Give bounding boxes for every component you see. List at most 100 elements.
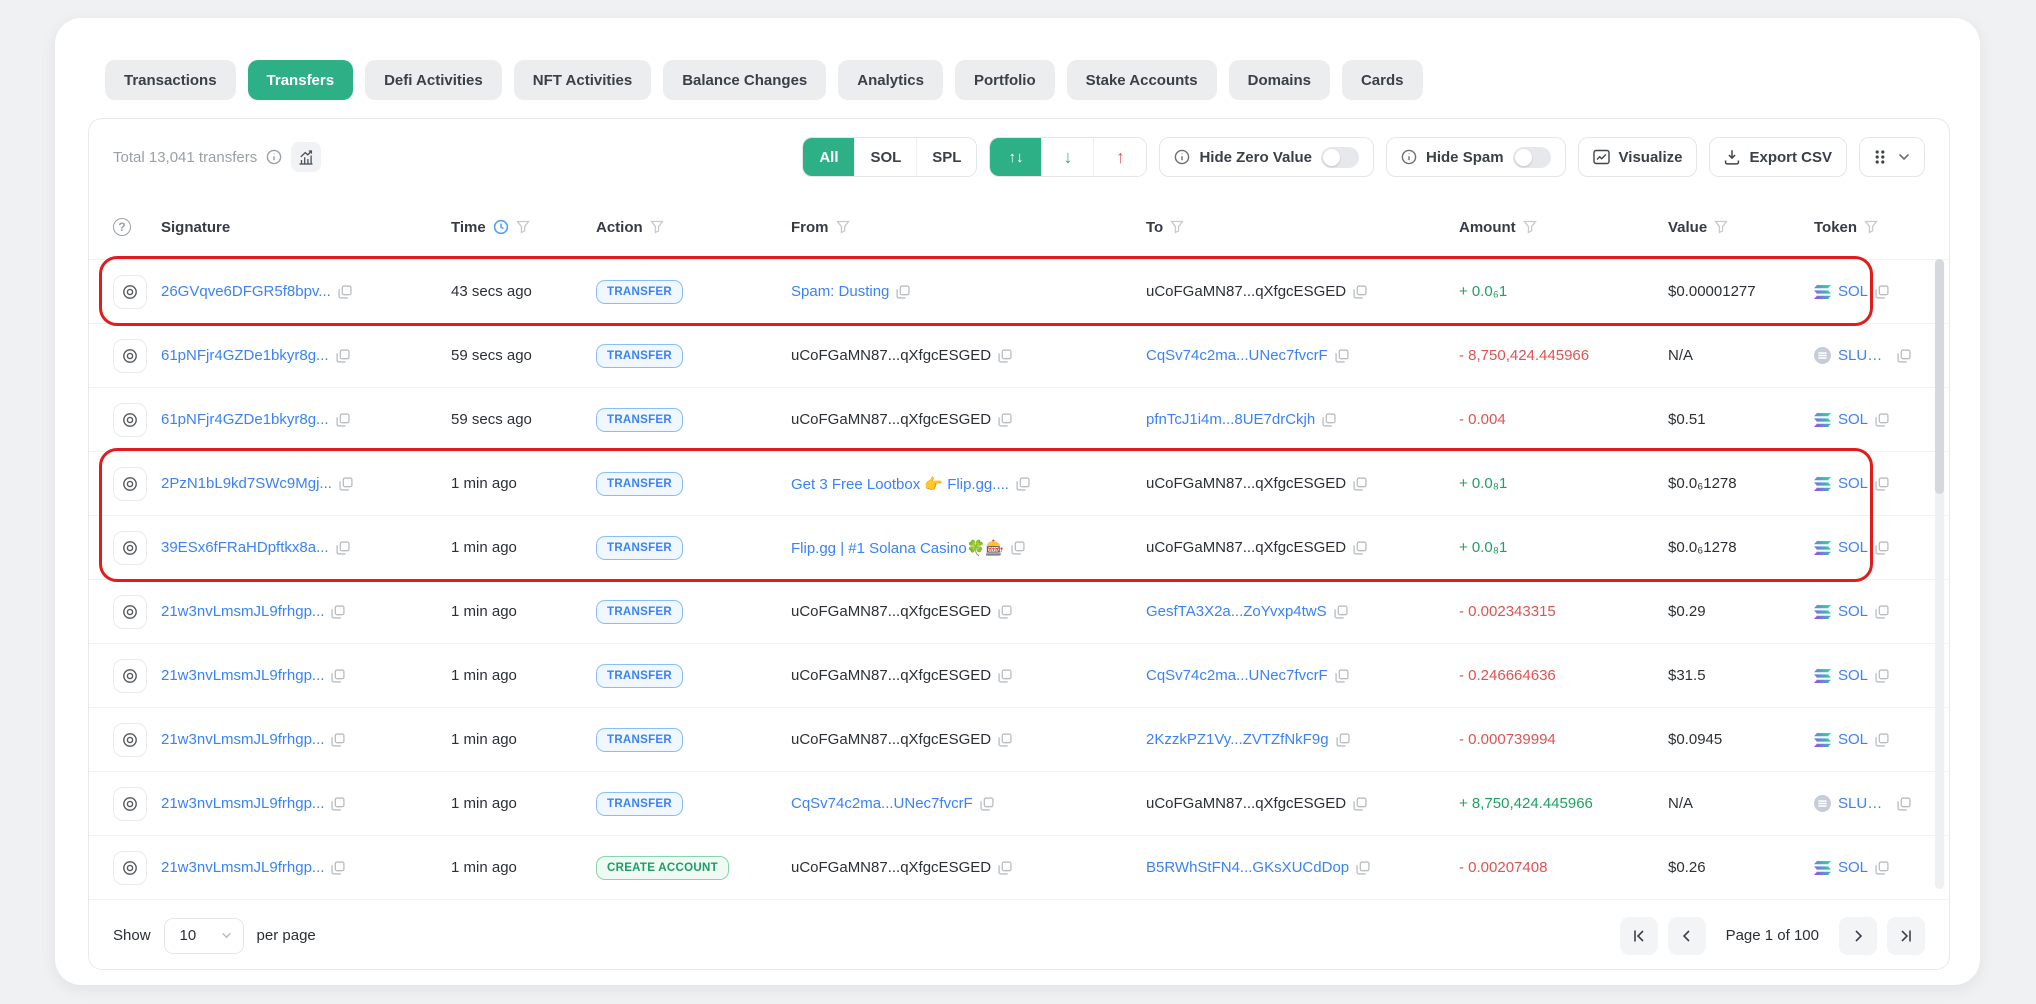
copy-to-button[interactable] [1353,285,1367,299]
copy-token-button[interactable] [1897,349,1911,363]
to-address[interactable]: CqSv74c2ma...UNec7fvcrF [1146,347,1328,364]
tab-nft-activities[interactable]: NFT Activities [514,60,651,100]
sort-incoming-button[interactable]: ↓ [1042,138,1094,176]
signature-link[interactable]: 21w3nvLmsmJL9frhgp... [161,731,324,748]
tab-stake-accounts[interactable]: Stake Accounts [1067,60,1217,100]
copy-from-button[interactable] [998,733,1012,747]
preview-transaction-button[interactable] [113,723,147,757]
to-address[interactable]: pfnTcJ1i4m...8UE7drCkjh [1146,411,1315,428]
to-address[interactable]: uCoFGaMN87...qXfgcESGED [1146,795,1346,812]
preview-transaction-button[interactable] [113,851,147,885]
to-address[interactable]: GesfTA3X2a...ZoYvxp4twS [1146,603,1327,620]
copy-to-button[interactable] [1353,477,1367,491]
filter-icon[interactable] [516,220,530,234]
copy-signature-button[interactable] [331,797,345,811]
tab-transfers[interactable]: Transfers [248,60,354,100]
tab-cards[interactable]: Cards [1342,60,1423,100]
filter-icon[interactable] [1864,220,1878,234]
copy-to-button[interactable] [1353,797,1367,811]
copy-token-button[interactable] [1875,605,1889,619]
preview-transaction-button[interactable] [113,403,147,437]
token-link[interactable]: SOL [1838,667,1868,684]
token-filter-option-all[interactable]: All [803,138,855,176]
copy-to-button[interactable] [1322,413,1336,427]
token-link[interactable]: SOL [1838,859,1868,876]
copy-to-button[interactable] [1353,541,1367,555]
signature-link[interactable]: 21w3nvLmsmJL9frhgp... [161,795,324,812]
token-link[interactable]: SOL [1838,731,1868,748]
copy-from-button[interactable] [1011,541,1025,555]
copy-from-button[interactable] [998,349,1012,363]
copy-signature-button[interactable] [331,733,345,747]
copy-from-button[interactable] [896,285,910,299]
copy-from-button[interactable] [998,669,1012,683]
to-address[interactable]: 2KzzkPZ1Vy...ZVTZfNkF9g [1146,731,1329,748]
hide-zero-value-control[interactable]: Hide Zero Value [1159,137,1374,177]
prev-page-button[interactable] [1668,917,1706,955]
copy-to-button[interactable] [1334,605,1348,619]
preview-transaction-button[interactable] [113,339,147,373]
to-address[interactable]: uCoFGaMN87...qXfgcESGED [1146,283,1346,300]
copy-token-button[interactable] [1875,669,1889,683]
signature-link[interactable]: 21w3nvLmsmJL9frhgp... [161,859,324,876]
preview-transaction-button[interactable] [113,275,147,309]
tab-transactions[interactable]: Transactions [105,60,236,100]
copy-to-button[interactable] [1335,349,1349,363]
preview-transaction-button[interactable] [113,659,147,693]
page-size-select[interactable]: 10 [164,918,244,954]
last-page-button[interactable] [1887,917,1925,955]
preview-transaction-button[interactable] [113,467,147,501]
from-address[interactable]: uCoFGaMN87...qXfgcESGED [791,731,991,748]
copy-token-button[interactable] [1875,477,1889,491]
token-link[interactable]: SOL [1838,603,1868,620]
copy-signature-button[interactable] [339,477,353,491]
filter-icon[interactable] [1714,220,1728,234]
copy-signature-button[interactable] [336,413,350,427]
from-address[interactable]: uCoFGaMN87...qXfgcESGED [791,411,991,428]
copy-to-button[interactable] [1356,861,1370,875]
from-address[interactable]: uCoFGaMN87...qXfgcESGED [791,603,991,620]
copy-from-button[interactable] [1016,477,1030,491]
copy-token-button[interactable] [1875,413,1889,427]
copy-token-button[interactable] [1897,797,1911,811]
copy-signature-button[interactable] [338,285,352,299]
from-address[interactable]: uCoFGaMN87...qXfgcESGED [791,859,991,876]
filter-icon[interactable] [836,220,850,234]
to-address[interactable]: CqSv74c2ma...UNec7fvcrF [1146,667,1328,684]
token-link[interactable]: SLUTMAS [1838,347,1890,364]
from-address[interactable]: uCoFGaMN87...qXfgcESGED [791,347,991,364]
to-address[interactable]: B5RWhStFN4...GKsXUCdDop [1146,859,1349,876]
help-icon[interactable]: ? [113,218,131,236]
copy-signature-button[interactable] [336,349,350,363]
copy-signature-button[interactable] [331,669,345,683]
token-filter-option-spl[interactable]: SPL [917,138,976,176]
copy-from-button[interactable] [998,605,1012,619]
copy-token-button[interactable] [1875,733,1889,747]
copy-to-button[interactable] [1335,669,1349,683]
signature-link[interactable]: 61pNFjr4GZDe1bkyr8g... [161,411,329,428]
signature-link[interactable]: 2PzN1bL9kd7SWc9Mgj... [161,475,332,492]
token-link[interactable]: SOL [1838,411,1868,428]
copy-from-button[interactable] [998,861,1012,875]
from-address[interactable]: Spam: Dusting [791,283,889,300]
clock-icon[interactable] [493,219,509,235]
tab-defi-activities[interactable]: Defi Activities [365,60,502,100]
token-link[interactable]: SOL [1838,283,1868,300]
transfer-chart-button[interactable] [291,142,321,172]
tab-portfolio[interactable]: Portfolio [955,60,1055,100]
signature-link[interactable]: 21w3nvLmsmJL9frhgp... [161,603,324,620]
from-address[interactable]: Flip.gg | #1 Solana Casino🍀🎰 [791,539,1004,557]
preview-transaction-button[interactable] [113,595,147,629]
copy-token-button[interactable] [1875,541,1889,555]
copy-signature-button[interactable] [331,605,345,619]
copy-token-button[interactable] [1875,285,1889,299]
next-page-button[interactable] [1839,917,1877,955]
token-link[interactable]: SLUTMAS [1838,795,1890,812]
filter-icon[interactable] [650,220,664,234]
signature-link[interactable]: 26GVqve6DFGR5f8bpv... [161,283,331,300]
from-address[interactable]: Get 3 Free Lootbox 👉 Flip.gg.... [791,475,1009,493]
from-address[interactable]: uCoFGaMN87...qXfgcESGED [791,667,991,684]
columns-menu-button[interactable] [1859,137,1925,177]
sort-outgoing-button[interactable]: ↑ [1094,138,1146,176]
token-link[interactable]: SOL [1838,475,1868,492]
